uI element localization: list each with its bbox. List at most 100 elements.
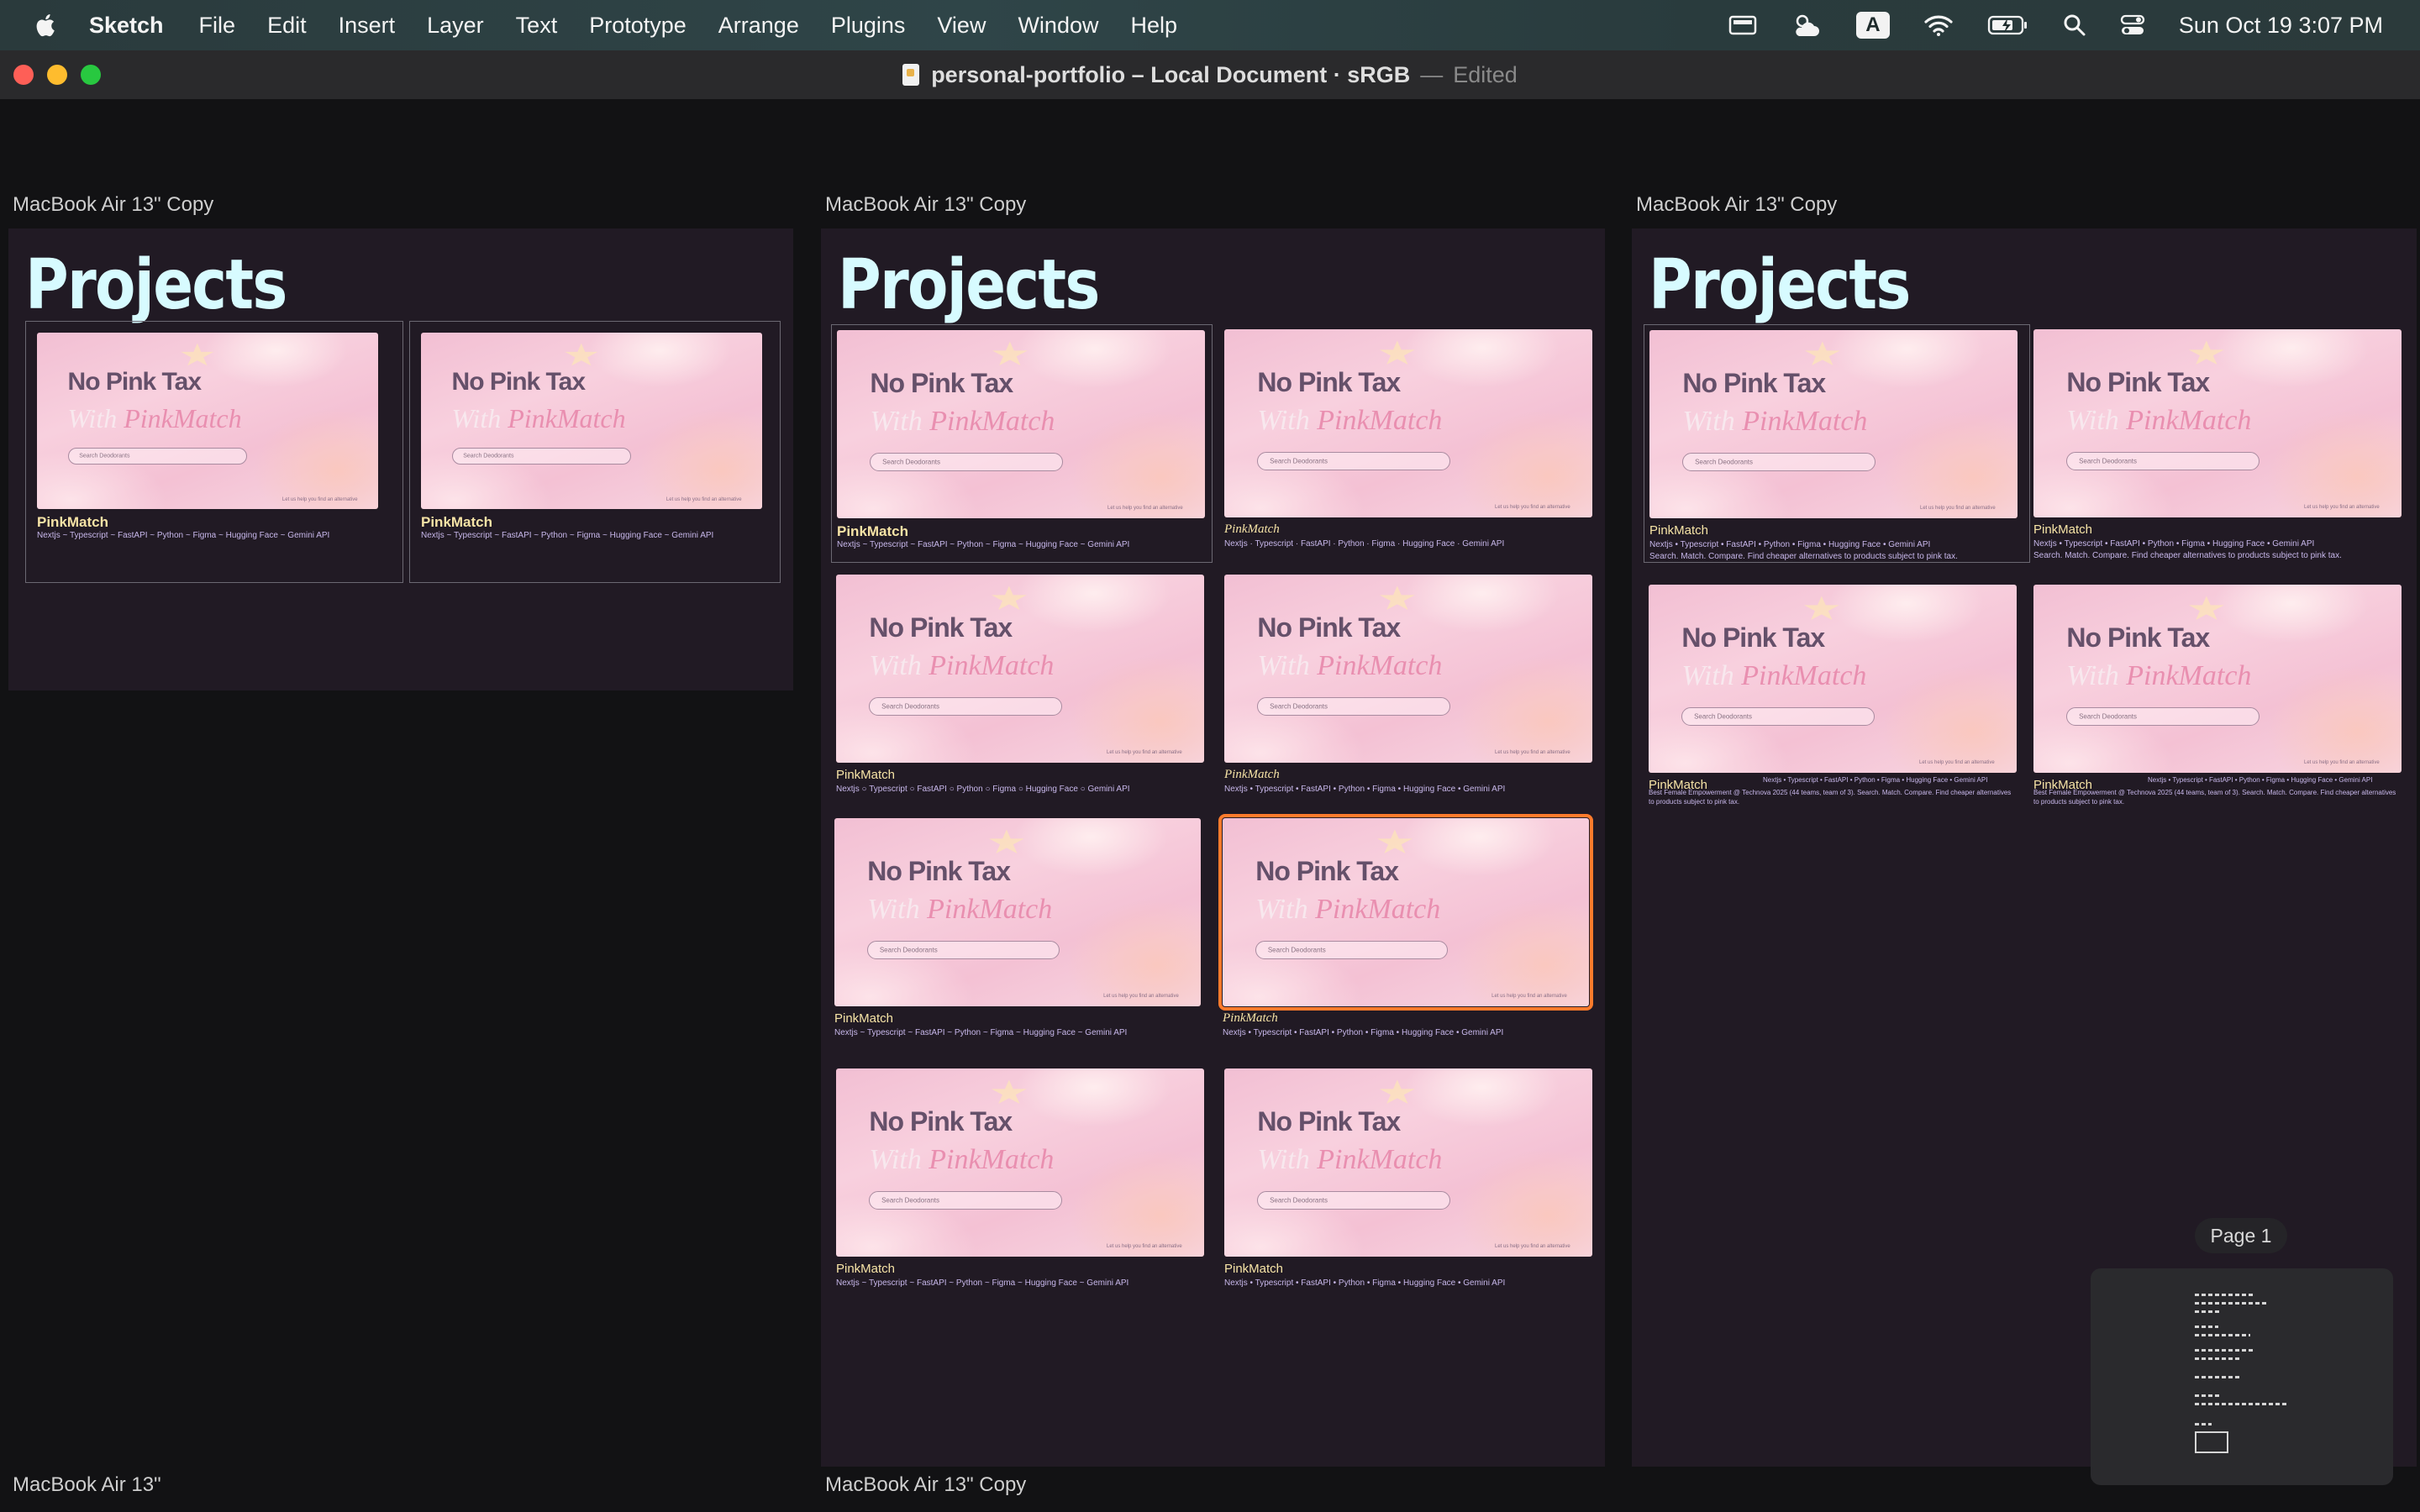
apple-menu-icon[interactable]	[32, 11, 60, 39]
project-thumbnail[interactable]: No Pink Tax With PinkMatch Search Deodoran…	[421, 333, 762, 509]
menu-window[interactable]: Window	[1018, 13, 1098, 39]
star-icon	[988, 829, 1024, 853]
thumbnail-brand: PinkMatch	[1317, 649, 1443, 681]
artboard-label[interactable]: MacBook Air 13" Copy	[825, 1473, 1026, 1497]
thumbnail-brand: PinkMatch	[1741, 659, 1867, 691]
spotlight-search-icon[interactable]	[2063, 13, 2086, 37]
menu-prototype[interactable]: Prototype	[589, 13, 687, 39]
project-card[interactable]: No Pink Tax With PinkMatch Search Deodoran…	[831, 324, 1213, 563]
menu-bar: Sketch File Edit Insert Layer Text Proto…	[0, 0, 2420, 50]
project-thumbnail[interactable]: No Pink Tax With PinkMatch Search Deodoran…	[1224, 329, 1592, 517]
project-card[interactable]: No Pink Tax With PinkMatch Search Deodoran…	[409, 321, 781, 583]
project-thumbnail[interactable]: No Pink Tax With PinkMatch Search Deodoran…	[837, 330, 1205, 518]
project-card[interactable]: No Pink Tax With PinkMatch Search Deodoran…	[2028, 581, 2402, 833]
artboard-label[interactable]: MacBook Air 13" Copy	[1636, 193, 1837, 217]
artboard[interactable]: Projects No Pink Tax With PinkMatch Search…	[821, 228, 1605, 1467]
thumbnail-search-bar: Search Deodorants	[1255, 940, 1448, 959]
thumbnail-subline: With PinkMatch	[1257, 404, 1443, 436]
display-icon[interactable]	[1728, 14, 1757, 36]
control-center-icon[interactable]	[2120, 13, 2145, 37]
artboard[interactable]: Projects No Pink Tax With PinkMatch Search…	[8, 228, 793, 690]
wifi-icon[interactable]	[1923, 13, 1954, 37]
star-icon	[1804, 341, 1840, 365]
thumbnail-footnote: Let us help you find an alternative	[1920, 506, 1996, 512]
project-card[interactable]: No Pink Tax With PinkMatch Search Deodoran…	[1219, 570, 1592, 830]
thumbnail-headline: No Pink Tax	[867, 855, 1011, 886]
project-thumbnail[interactable]: No Pink Tax With PinkMatch Search Deodoran…	[37, 333, 378, 509]
thumbnail-brand: PinkMatch	[927, 893, 1053, 925]
thumbnail-brand: PinkMatch	[1317, 404, 1443, 436]
thumbnail-footnote: Let us help you find an alternative	[1919, 760, 1995, 766]
project-thumbnail[interactable]: No Pink Tax With PinkMatch Search Deodoran…	[836, 1068, 1204, 1257]
star-icon	[991, 1079, 1027, 1104]
project-thumbnail[interactable]: No Pink Tax With PinkMatch Search Deodoran…	[1224, 1068, 1592, 1257]
minimap-viewport[interactable]	[2195, 1431, 2228, 1453]
minimap[interactable]	[2091, 1268, 2393, 1485]
menu-app-name[interactable]: Sketch	[89, 13, 164, 39]
menu-arrange[interactable]: Arrange	[718, 13, 799, 39]
star-icon	[1379, 1079, 1415, 1104]
menu-layer[interactable]: Layer	[427, 13, 484, 39]
thumbnail-headline: No Pink Tax	[869, 612, 1013, 643]
project-title: PinkMatch	[1224, 1262, 1284, 1276]
project-thumbnail[interactable]: No Pink Tax With PinkMatch Search Deodoran…	[836, 575, 1204, 763]
project-tech-tags: Nextjs · Typescript · FastAPI · Python ·…	[1224, 539, 1505, 549]
thumbnail-subline: With PinkMatch	[1257, 1143, 1443, 1175]
battery-icon[interactable]	[1987, 14, 2029, 36]
menu-text[interactable]: Text	[516, 13, 558, 39]
thumbnail-search-bar: Search Deodorants	[451, 447, 631, 465]
thumbnail-search-bar: Search Deodorants	[867, 940, 1060, 959]
project-thumbnail[interactable]: No Pink Tax With PinkMatch Search Deodoran…	[1649, 330, 2018, 518]
thumbnail-footnote: Let us help you find an alternative	[1495, 1244, 1570, 1250]
thumbnail-subline: With PinkMatch	[2066, 659, 2252, 691]
thumbnail-search-placeholder: Search Deodorants	[1270, 1196, 1328, 1205]
project-card[interactable]: No Pink Tax With PinkMatch Search Deodoran…	[25, 321, 403, 583]
input-source-icon[interactable]: A	[1855, 12, 1890, 39]
design-canvas[interactable]: MacBook Air 13" Copy MacBook Air 13" Cop…	[0, 99, 2420, 1512]
project-thumbnail[interactable]: No Pink Tax With PinkMatch Search Deodoran…	[1218, 814, 1593, 1011]
project-card[interactable]: No Pink Tax With PinkMatch Search Deodoran…	[1644, 581, 2028, 833]
project-card[interactable]: No Pink Tax With PinkMatch Search Deodoran…	[831, 1063, 1211, 1324]
thumbnail-search-bar: Search Deodorants	[2066, 451, 2260, 470]
project-thumbnail[interactable]: No Pink Tax With PinkMatch Search Deodoran…	[2033, 585, 2402, 773]
project-tech-tags: Nextjs • Typescript • FastAPI • Python •…	[1763, 776, 1988, 784]
star-icon	[1379, 585, 1415, 610]
project-tech-tags: Nextjs ~ Typescript ~ FastAPI ~ Python ~…	[834, 1028, 1128, 1037]
menu-view[interactable]: View	[937, 13, 986, 39]
menu-plugins[interactable]: Plugins	[831, 13, 906, 39]
project-thumbnail[interactable]: No Pink Tax With PinkMatch Search Deodoran…	[1224, 575, 1592, 763]
weather-icon[interactable]	[1791, 11, 1823, 39]
project-tech-tags: Nextjs ~ Typescript ~ FastAPI ~ Python ~…	[836, 1278, 1129, 1288]
menu-file[interactable]: File	[199, 13, 236, 39]
star-icon	[1376, 829, 1413, 853]
menu-insert[interactable]: Insert	[339, 13, 396, 39]
thumbnail-brand: PinkMatch	[1315, 893, 1441, 925]
minimap-line	[2195, 1310, 2220, 1313]
project-card[interactable]: No Pink Tax With PinkMatch Search Deodoran…	[1644, 324, 2030, 563]
thumbnail-brand: PinkMatch	[1317, 1143, 1443, 1175]
project-card[interactable]: No Pink Tax With PinkMatch Search Deodoran…	[831, 816, 1211, 1077]
status-area: A Sun Oct 19 3:07 PM	[1695, 0, 2383, 50]
thumbnail-search-placeholder: Search Deodorants	[882, 458, 940, 466]
menu-help[interactable]: Help	[1130, 13, 1177, 39]
project-card[interactable]: No Pink Tax With PinkMatch Search Deodoran…	[831, 570, 1211, 830]
project-thumbnail[interactable]: No Pink Tax With PinkMatch Search Deodoran…	[2033, 329, 2402, 517]
project-card[interactable]: No Pink Tax With PinkMatch Search Deodoran…	[1219, 1063, 1592, 1324]
thumbnail-brand: PinkMatch	[929, 405, 1055, 437]
thumbnail-brand: PinkMatch	[929, 1143, 1055, 1175]
project-thumbnail[interactable]: No Pink Tax With PinkMatch Search Deodoran…	[834, 818, 1201, 1006]
thumbnail-footnote: Let us help you find an alternative	[1103, 994, 1179, 1000]
thumbnail-search-bar: Search Deodorants	[1257, 696, 1451, 716]
thumbnail-search-placeholder: Search Deodorants	[881, 702, 939, 711]
document-title: personal-portfolio – Local Document · sR…	[0, 50, 2420, 99]
project-card[interactable]: No Pink Tax With PinkMatch Search Deodoran…	[1218, 814, 1593, 1077]
clock[interactable]: Sun Oct 19 3:07 PM	[2179, 13, 2383, 39]
project-thumbnail[interactable]: No Pink Tax With PinkMatch Search Deodoran…	[1649, 585, 2017, 773]
artboard-label[interactable]: MacBook Air 13" Copy	[825, 193, 1026, 217]
star-icon	[2188, 340, 2224, 365]
minimap-line	[2195, 1357, 2242, 1360]
artboard-label[interactable]: MacBook Air 13" Copy	[13, 193, 213, 217]
page-indicator[interactable]: Page 1	[2195, 1218, 2287, 1253]
artboard-label[interactable]: MacBook Air 13"	[13, 1473, 161, 1497]
menu-edit[interactable]: Edit	[267, 13, 307, 39]
